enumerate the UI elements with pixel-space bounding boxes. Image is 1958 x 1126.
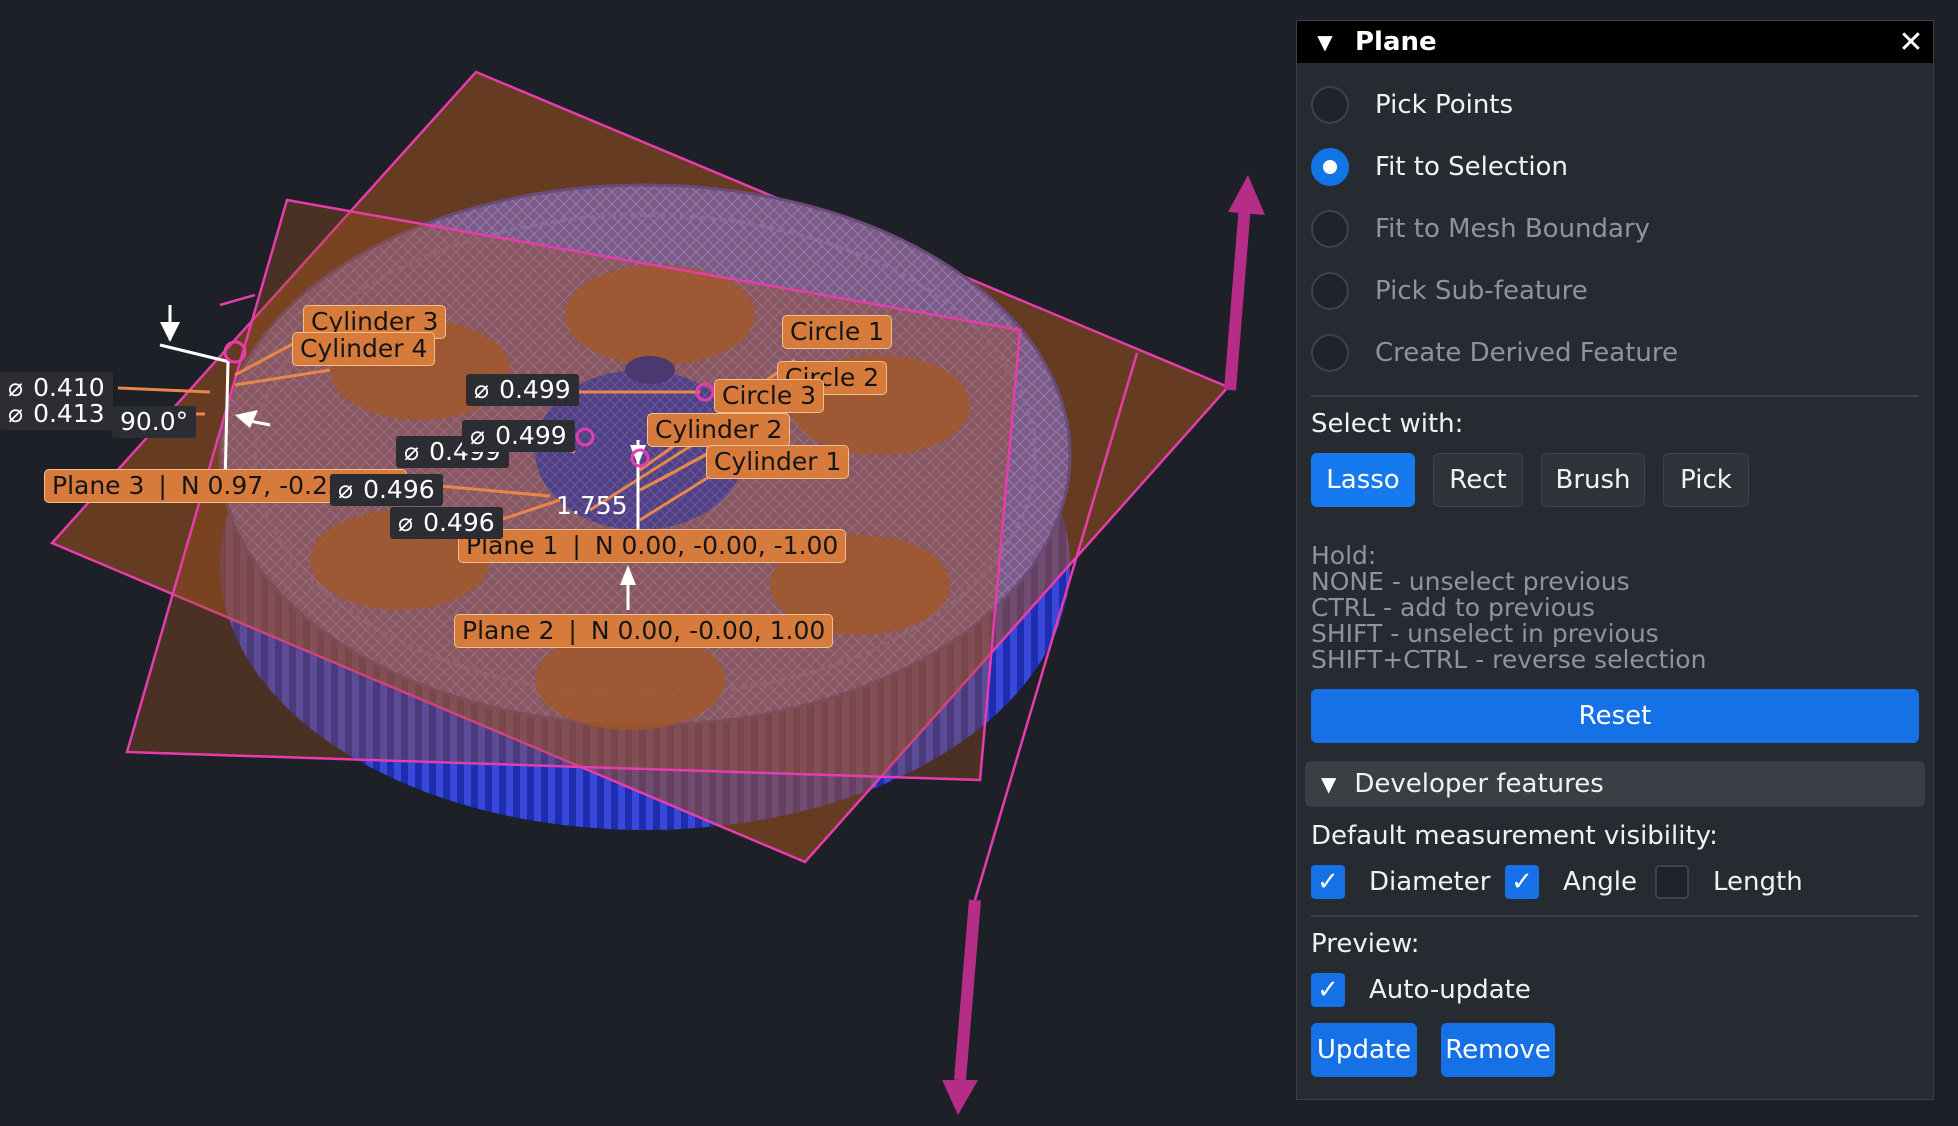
mode-pick-points[interactable]: Pick Points xyxy=(1311,83,1513,127)
rect-button[interactable]: Rect xyxy=(1433,453,1523,507)
diameter-readout[interactable]: ⌀ 0.496 xyxy=(330,474,443,506)
radio-button[interactable] xyxy=(1311,148,1349,186)
hold-line: Hold: xyxy=(1311,541,1377,570)
select-with-label: Select with: xyxy=(1311,409,1464,439)
checkbox-label: Angle xyxy=(1563,867,1637,897)
hold-line: CTRL - add to previous xyxy=(1311,593,1595,622)
mode-create-derived-feature[interactable]: Create Derived Feature xyxy=(1311,331,1678,375)
divider xyxy=(1311,395,1919,397)
mode-label: Pick Sub-feature xyxy=(1375,276,1588,306)
check-icon[interactable]: ✓ xyxy=(1505,865,1539,899)
chevron-down-icon[interactable]: ▼ xyxy=(1321,772,1336,796)
mode-fit-to-mesh-boundary[interactable]: Fit to Mesh Boundary xyxy=(1311,207,1650,251)
axis-arrow-down-head[interactable] xyxy=(942,1080,978,1115)
radio-button[interactable] xyxy=(1311,334,1349,372)
check-icon[interactable]: ✓ xyxy=(1311,973,1345,1007)
checkbox-label: Diameter xyxy=(1369,867,1491,897)
hold-line: NONE - unselect previous xyxy=(1311,567,1630,596)
hold-line: SHIFT+CTRL - reverse selection xyxy=(1311,645,1707,674)
plane-edge xyxy=(219,293,256,307)
axis-arrow-up-head[interactable] xyxy=(1228,175,1265,215)
mode-fit-to-selection[interactable]: Fit to Selection xyxy=(1311,145,1568,189)
chevron-down-icon[interactable]: ▼ xyxy=(1305,30,1345,54)
length-checkbox-row[interactable]: Length xyxy=(1655,865,1803,899)
diameter-checkbox-row[interactable]: ✓ Diameter xyxy=(1311,865,1490,899)
mode-label: Fit to Selection xyxy=(1375,152,1568,182)
panel-title: Plane xyxy=(1355,27,1437,57)
reset-button[interactable]: Reset xyxy=(1311,689,1919,743)
mode-pick-sub-feature[interactable]: Pick Sub-feature xyxy=(1311,269,1588,313)
label-plane-2[interactable]: Plane 2 | N 0.00, -0.00, 1.00 xyxy=(454,614,834,648)
axis-arrow-up[interactable] xyxy=(1224,204,1251,391)
label-plane-1[interactable]: Plane 1 | N 0.00, -0.00, -1.00 xyxy=(458,529,847,563)
close-icon[interactable]: ✕ xyxy=(1889,25,1933,60)
default-visibility-label: Default measurement visibility: xyxy=(1311,821,1718,851)
label-cylinder-1[interactable]: Cylinder 1 xyxy=(706,445,850,479)
diameter-readout[interactable]: ⌀ 0.413 xyxy=(0,398,113,430)
diameter-readout[interactable]: ⌀0.499 xyxy=(466,374,579,406)
update-button[interactable]: Update xyxy=(1311,1023,1417,1077)
radio-button[interactable] xyxy=(1311,210,1349,248)
brush-button[interactable]: Brush xyxy=(1541,453,1645,507)
checkbox[interactable] xyxy=(1655,865,1689,899)
developer-features-label: Developer features xyxy=(1354,769,1604,799)
mode-label: Create Derived Feature xyxy=(1375,338,1678,368)
pick-button[interactable]: Pick xyxy=(1663,453,1749,507)
label-cylinder-4[interactable]: Cylinder 4 xyxy=(292,332,436,366)
check-icon[interactable]: ✓ xyxy=(1311,865,1345,899)
plane-tool-panel: ▼ Plane ✕ Pick Points Fit to Selection F… xyxy=(1296,20,1934,1100)
diameter-readout[interactable]: ⌀ 0.496 xyxy=(390,507,503,539)
hold-line: SHIFT - unselect in previous xyxy=(1311,619,1659,648)
label-cylinder-2[interactable]: Cylinder 2 xyxy=(647,413,791,447)
length-readout[interactable]: 1.755 xyxy=(548,490,636,522)
axis-arrow-down[interactable] xyxy=(954,899,981,1081)
hold-instructions: Hold: NONE - unselect previous CTRL - ad… xyxy=(1311,543,1706,673)
lasso-button[interactable]: Lasso xyxy=(1311,453,1415,507)
checkbox-label: Auto-update xyxy=(1369,975,1531,1005)
auto-update-checkbox-row[interactable]: ✓ Auto-update xyxy=(1311,973,1531,1007)
mode-label: Fit to Mesh Boundary xyxy=(1375,214,1651,244)
dim-arrowhead xyxy=(160,322,180,342)
developer-features-section[interactable]: ▼ Developer features xyxy=(1305,761,1925,807)
radio-button[interactable] xyxy=(1311,272,1349,310)
label-circle-1[interactable]: Circle 1 xyxy=(782,315,893,349)
angle-readout[interactable]: 90.0° xyxy=(112,406,197,438)
remove-button[interactable]: Remove xyxy=(1441,1023,1555,1077)
radio-button[interactable] xyxy=(1311,86,1349,124)
preview-label: Preview: xyxy=(1311,929,1420,959)
divider xyxy=(1311,915,1919,917)
checkbox-label: Length xyxy=(1713,867,1803,897)
diameter-readout[interactable]: ⌀0.499 xyxy=(462,420,575,452)
angle-checkbox-row[interactable]: ✓ Angle xyxy=(1505,865,1637,899)
label-circle-3[interactable]: Circle 3 xyxy=(714,379,825,413)
mode-label: Pick Points xyxy=(1375,90,1514,120)
panel-header: ▼ Plane ✕ xyxy=(1297,21,1933,63)
